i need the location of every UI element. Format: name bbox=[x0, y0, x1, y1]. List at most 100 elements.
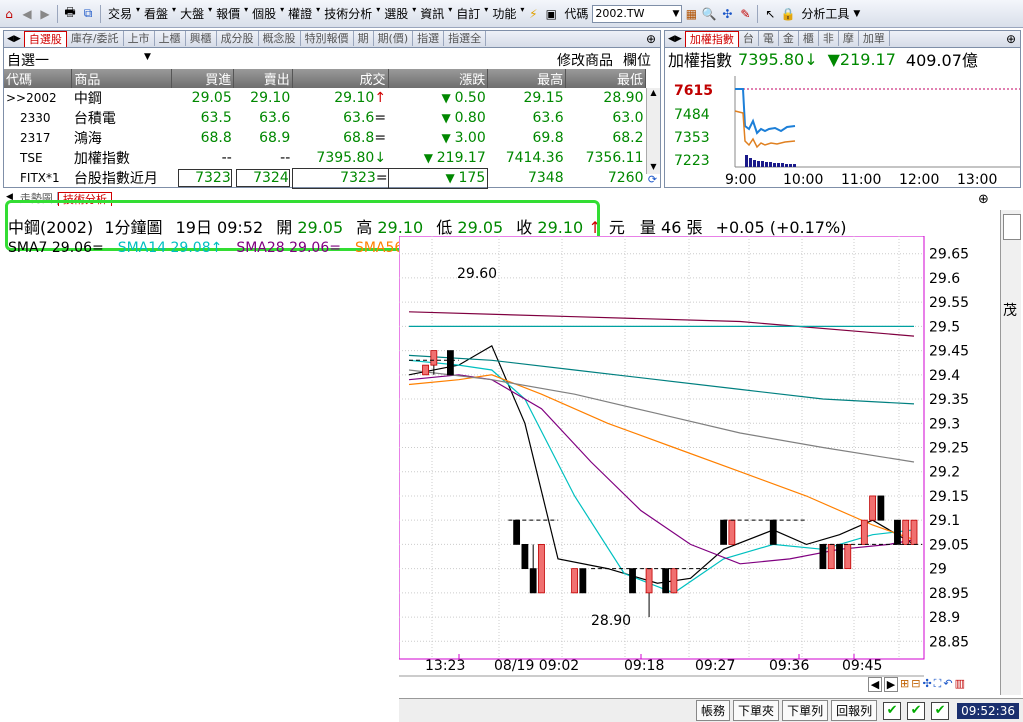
quote-tab[interactable]: 概念股 bbox=[259, 31, 301, 46]
table-row[interactable]: 2330 台積電 63.5 63.6 63.6= ▼ 0.80 63.6 63.0 bbox=[4, 108, 646, 128]
quote-tab[interactable]: 興櫃 bbox=[186, 31, 217, 46]
cell-ask[interactable]: -- bbox=[234, 148, 293, 168]
sma-legend-item[interactable]: SMA14 29.08↑ bbox=[118, 240, 223, 256]
cell-bid[interactable]: 29.05 bbox=[172, 88, 234, 108]
index-tab[interactable]: 摩 bbox=[839, 31, 859, 46]
quote-tab[interactable]: 上櫃 bbox=[155, 31, 186, 46]
table-row[interactable]: >>2002 中鋼 29.05 29.10 29.10↑ ▼ 0.50 29.15 28.90 bbox=[4, 88, 646, 108]
cell-ask[interactable]: 7324 bbox=[234, 168, 293, 188]
print-icon[interactable]: 🖶 bbox=[61, 5, 79, 23]
menu-item[interactable]: 資訊 bbox=[416, 5, 448, 22]
table-row[interactable]: TSE 加權指數 -- -- 7395.80↓ ▼ 219.17 7414.36 7356.1… bbox=[4, 148, 646, 168]
sma-legend-item[interactable]: SMA28 29.06= bbox=[236, 240, 341, 256]
quote-tab[interactable]: 上市 bbox=[124, 31, 155, 46]
zoom-icon[interactable]: ⊕ bbox=[1002, 32, 1020, 46]
column-header[interactable]: 最低 bbox=[565, 69, 646, 88]
zoom-icon[interactable]: ⊕ bbox=[978, 192, 989, 207]
right-scroll-column[interactable]: 茂 bbox=[1000, 210, 1021, 695]
crosshair-icon[interactable]: ✣ bbox=[922, 677, 931, 692]
menu-item[interactable]: 技術分析 bbox=[320, 5, 376, 22]
menu-item[interactable]: 個股 bbox=[248, 5, 280, 22]
index-tab[interactable]: 金 bbox=[779, 31, 799, 46]
menu-item[interactable]: 看盤 bbox=[140, 5, 172, 22]
table-row[interactable]: FITX*1 台股指數近月 7323 7324 7323= ▼ 175 7348 7260 bbox=[4, 167, 646, 189]
column-header[interactable]: 賣出 bbox=[233, 69, 293, 88]
menu-item[interactable]: 權證 bbox=[284, 5, 316, 22]
column-header[interactable]: 商品 bbox=[71, 69, 173, 88]
column-button[interactable]: 欄位 bbox=[623, 50, 651, 70]
fit-icon[interactable]: ⛶ bbox=[934, 677, 942, 692]
window-icon[interactable]: ▣ bbox=[542, 5, 560, 23]
index-tab[interactable]: 加權指數 bbox=[684, 31, 739, 47]
status-button[interactable]: 回報列 bbox=[831, 700, 878, 721]
zoom-in-icon[interactable]: ⊞ bbox=[900, 677, 909, 692]
chevron-down-icon[interactable]: ▼ bbox=[144, 52, 151, 62]
index-tab[interactable]: 台 bbox=[739, 31, 759, 46]
chart-tool-icon[interactable]: ▦ bbox=[682, 5, 700, 23]
menu-item[interactable]: 選股 bbox=[380, 5, 412, 22]
settings-icon[interactable]: ✣ bbox=[718, 5, 736, 23]
index-tab[interactable]: 加單 bbox=[859, 31, 890, 46]
column-header[interactable]: 最高 bbox=[487, 69, 567, 88]
zoom-out-icon[interactable]: ⊟ bbox=[911, 677, 920, 692]
side-label[interactable]: 茂 bbox=[1003, 300, 1017, 320]
popout-icon[interactable]: ⧉ bbox=[79, 5, 97, 23]
cursor-icon[interactable]: ↖ bbox=[761, 5, 779, 23]
chevron-down-icon[interactable]: ▼ bbox=[853, 9, 860, 19]
status-button[interactable]: 下單夾 bbox=[733, 700, 780, 721]
scroll-left-icon[interactable]: ◀ bbox=[868, 677, 882, 692]
side-tab-upper[interactable] bbox=[1003, 214, 1021, 240]
index-tab[interactable]: 櫃 bbox=[799, 31, 819, 46]
nav-arrows-icon[interactable]: ◀▶ bbox=[665, 34, 685, 44]
column-header[interactable]: 漲跌 bbox=[388, 69, 489, 88]
quote-tab[interactable]: 成分股 bbox=[217, 31, 259, 46]
lock-icon[interactable]: 🔒 bbox=[779, 5, 797, 23]
quote-tab[interactable]: 特別報價 bbox=[301, 31, 354, 46]
nav-arrows-icon[interactable]: ◀▶ bbox=[4, 34, 24, 44]
check-icon[interactable]: ✔ bbox=[907, 701, 926, 720]
cell-ask[interactable]: 68.9 bbox=[234, 128, 293, 148]
quote-tab[interactable]: 庫存/委託 bbox=[67, 31, 124, 46]
back-icon[interactable]: ◀ bbox=[18, 5, 36, 23]
check-icon[interactable]: ✔ bbox=[931, 701, 950, 720]
menu-item[interactable]: 自訂 bbox=[452, 5, 484, 22]
quote-tab[interactable]: 指選 bbox=[413, 31, 445, 46]
menu-item[interactable]: 大盤 bbox=[176, 5, 208, 22]
menu-item[interactable]: 報價 bbox=[212, 5, 244, 22]
cell-bid[interactable]: -- bbox=[172, 148, 234, 168]
table-row[interactable]: 2317 鴻海 68.8 68.9 68.8= ▼ 3.00 69.8 68.2 bbox=[4, 128, 646, 148]
index-tab[interactable]: 非 bbox=[819, 31, 839, 46]
analysis-tools-menu[interactable]: 分析工具 bbox=[797, 5, 853, 22]
quote-tab[interactable]: 指選全 bbox=[444, 31, 487, 46]
vertical-scrollbar[interactable]: ▲ ▼ bbox=[646, 88, 660, 174]
search-icon[interactable]: 🔍 bbox=[700, 5, 718, 23]
modify-button[interactable]: 修改商品 bbox=[557, 50, 613, 70]
sma-legend-item[interactable]: SMA7 29.06= bbox=[8, 240, 104, 256]
chevron-down-icon[interactable]: ▼ bbox=[670, 9, 681, 19]
undo-icon[interactable]: ↶ bbox=[943, 677, 952, 692]
cell-ask[interactable]: 63.6 bbox=[234, 108, 293, 128]
column-header[interactable]: 代碼 bbox=[4, 69, 73, 88]
check-icon[interactable]: ✔ bbox=[883, 701, 902, 720]
watchlist-select[interactable]: 自選一 bbox=[7, 50, 49, 70]
code-input[interactable]: 2002.TW ▼ bbox=[592, 4, 683, 23]
quote-tab[interactable]: 自選股 bbox=[23, 31, 67, 47]
bar-chart-icon[interactable]: ▥ bbox=[955, 677, 965, 692]
quote-tab[interactable]: 期(價) bbox=[374, 31, 414, 46]
flash-icon[interactable]: ⚡ bbox=[524, 5, 542, 23]
cell-ask[interactable]: 29.10 bbox=[234, 88, 293, 108]
alert-icon[interactable]: ✎ bbox=[736, 5, 754, 23]
home-icon[interactable]: ⌂ bbox=[0, 5, 18, 23]
zoom-icon[interactable]: ⊕ bbox=[642, 32, 660, 46]
cell-bid[interactable]: 7323 bbox=[172, 168, 234, 188]
scroll-up-icon[interactable]: ▲ bbox=[647, 88, 660, 100]
status-button[interactable]: 下單列 bbox=[782, 700, 829, 721]
index-tab[interactable]: 電 bbox=[759, 31, 779, 46]
scroll-right-icon[interactable]: ▶ bbox=[884, 677, 898, 692]
cell-bid[interactable]: 68.8 bbox=[172, 128, 234, 148]
menu-item[interactable]: 功能 bbox=[488, 5, 520, 22]
column-header[interactable]: 買進 bbox=[171, 69, 235, 88]
quote-tab[interactable]: 期 bbox=[354, 31, 374, 46]
forward-icon[interactable]: ▶ bbox=[36, 5, 54, 23]
refresh-icon[interactable]: ⟳ bbox=[646, 173, 659, 186]
